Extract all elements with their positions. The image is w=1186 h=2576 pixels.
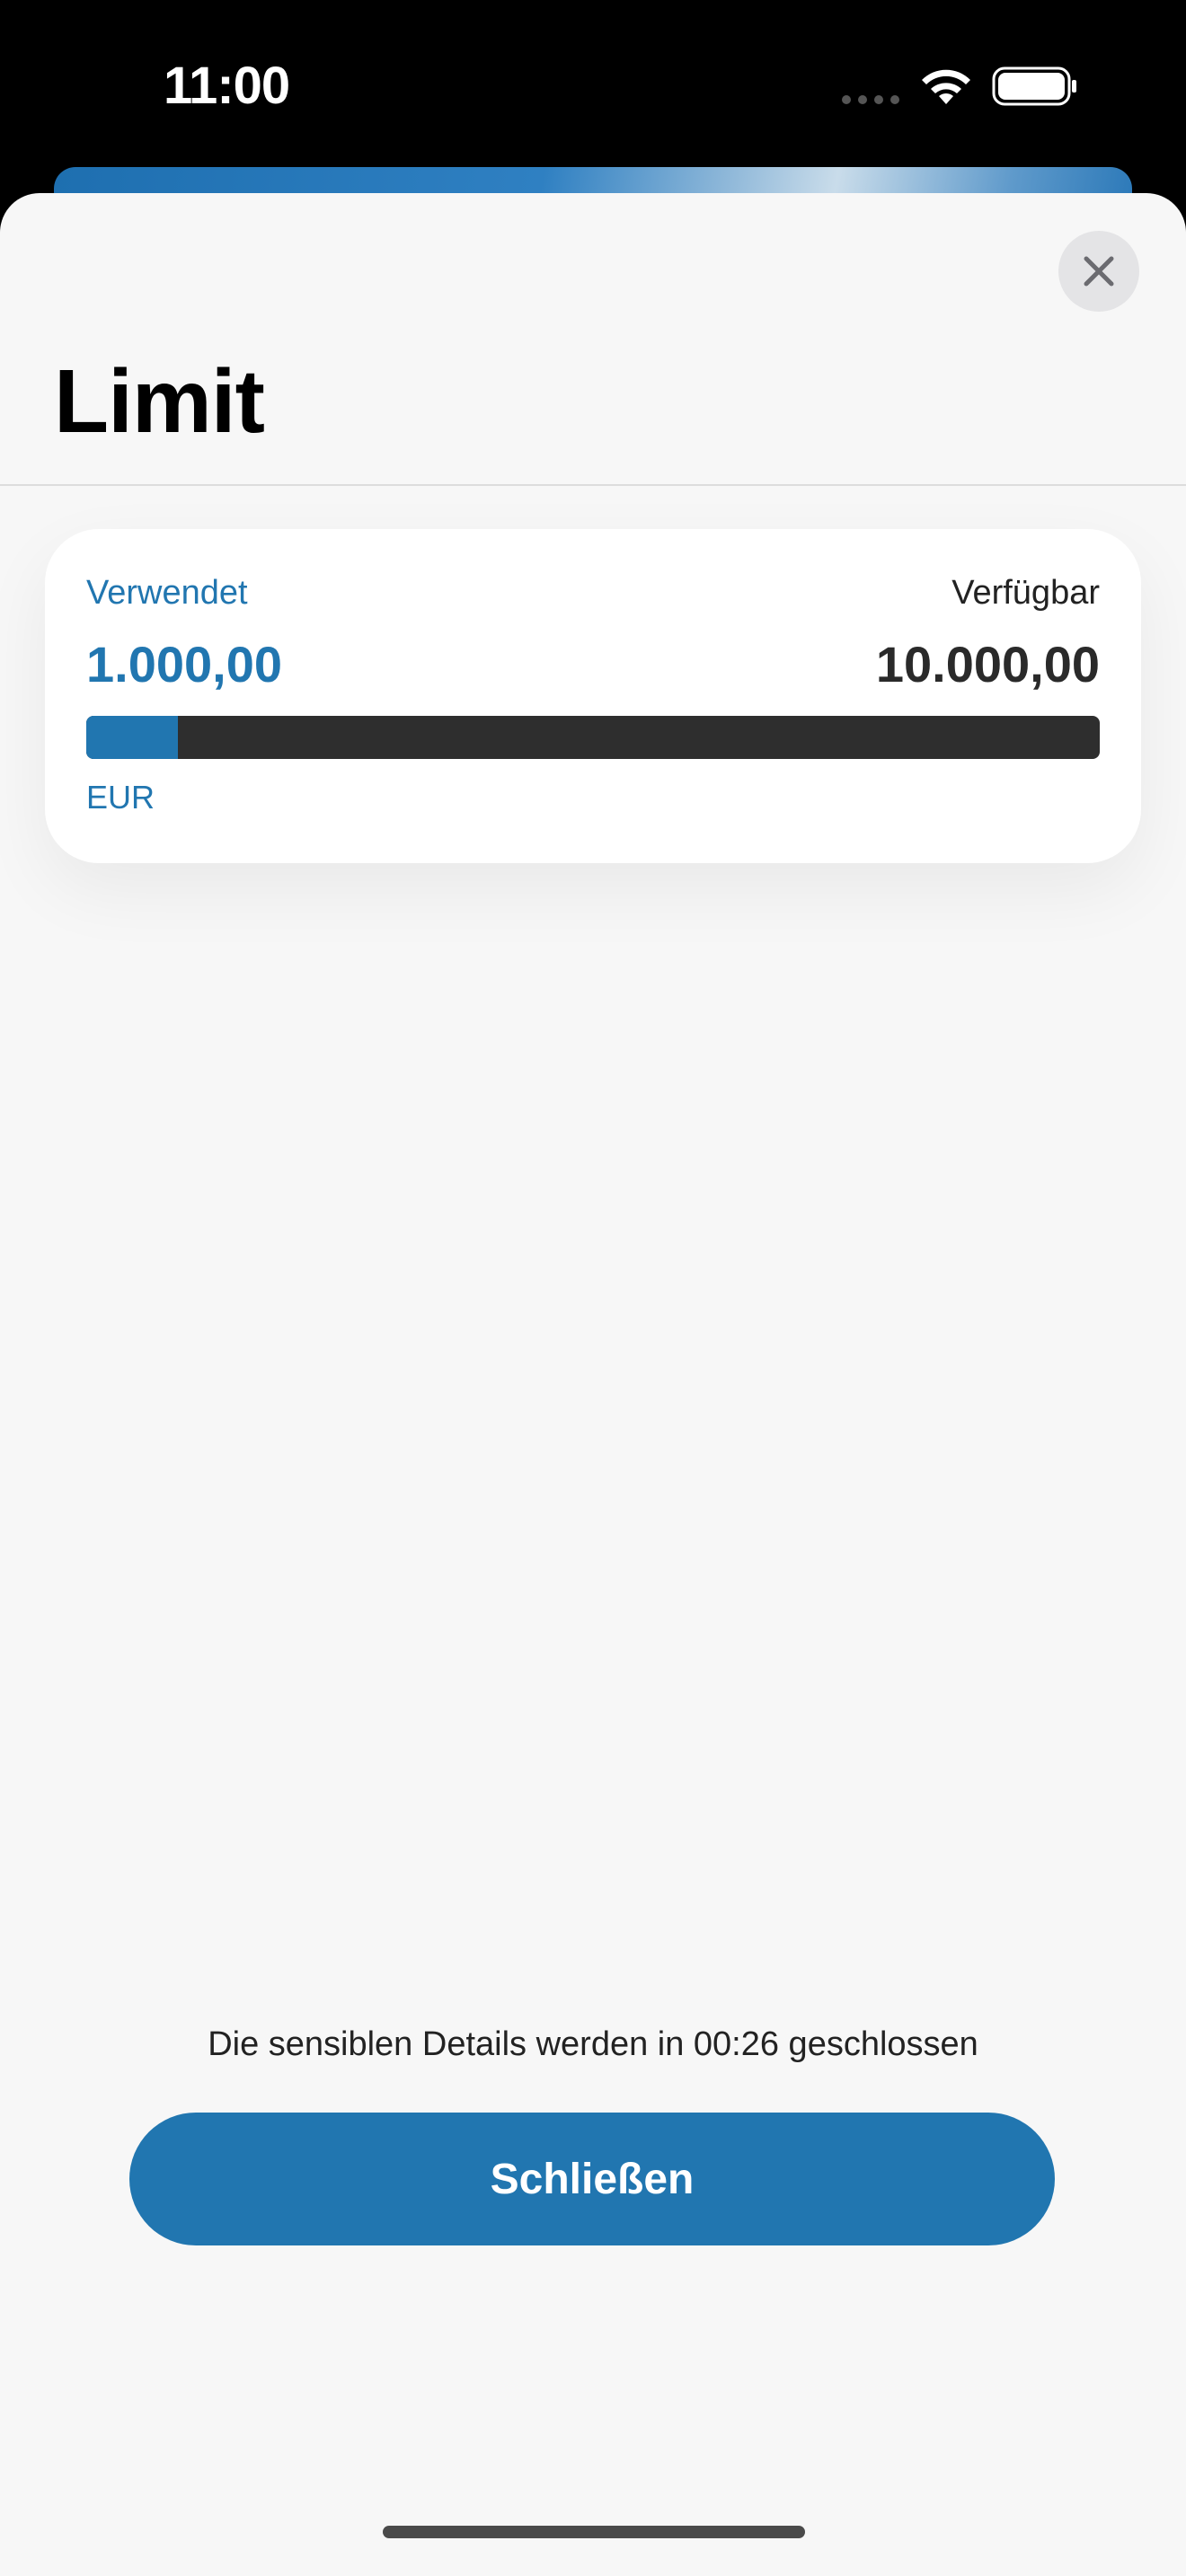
wifi-icon: [922, 69, 970, 104]
limit-card: Verwendet Verfügbar 1.000,00 10.000,00 E…: [45, 529, 1141, 863]
countdown-text: Die sensiblen Details werden in 00:26 ge…: [208, 2025, 978, 2063]
close-button[interactable]: Schließen: [129, 2113, 1055, 2245]
currency-label: EUR: [86, 779, 155, 816]
limit-sheet: Limit Verwendet Verfügbar 1.000,00 10.00…: [0, 193, 1186, 2576]
available-label: Verfügbar: [951, 574, 1100, 612]
screen: 11:00 Limit Verwendet Verfügbar 1.000,00…: [0, 0, 1186, 2576]
close-icon: [1084, 256, 1114, 287]
used-value: 1.000,00: [86, 636, 282, 693]
page-title: Limit: [54, 351, 265, 452]
limit-progress-fill: [86, 716, 178, 759]
status-time: 11:00: [164, 57, 290, 115]
header-divider: [0, 484, 1186, 486]
close-sheet-button[interactable]: [1058, 231, 1139, 312]
home-indicator[interactable]: [383, 2526, 805, 2538]
signal-dots-icon: [842, 95, 899, 104]
status-bar: 11:00: [0, 0, 1186, 180]
limit-progress-bar: [86, 716, 1100, 759]
battery-icon: [992, 66, 1076, 106]
used-label: Verwendet: [86, 574, 248, 612]
available-value: 10.000,00: [875, 636, 1100, 693]
